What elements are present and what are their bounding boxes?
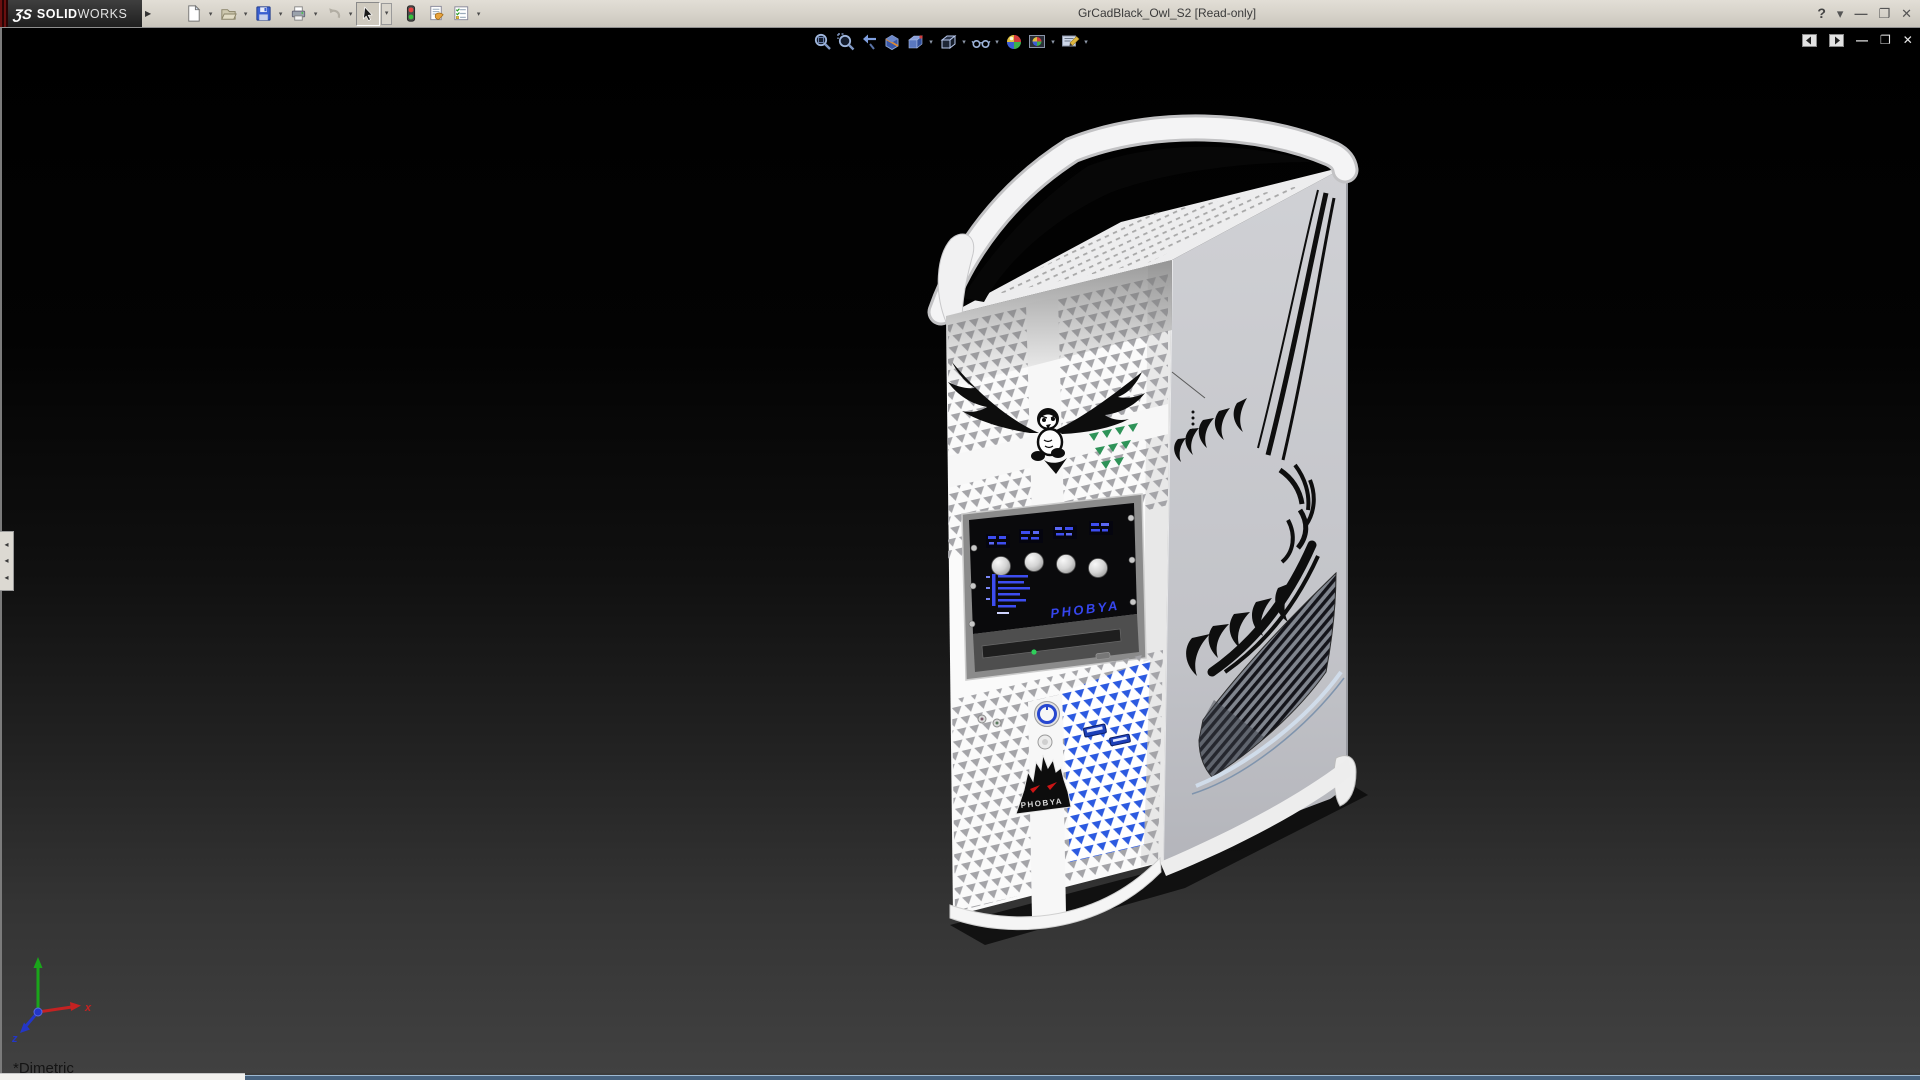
zoom-to-area-button[interactable] [835, 31, 856, 52]
eject-button[interactable] [1096, 652, 1111, 660]
save-button[interactable] [251, 2, 275, 26]
heads-up-view-toolbar: ▾ ▾ ▾ [812, 31, 1090, 52]
view-orientation-button[interactable] [904, 31, 925, 52]
select-tool-button[interactable] [356, 2, 380, 26]
doc-restore-button[interactable]: ❐ [1880, 33, 1891, 47]
display-style-button[interactable] [937, 31, 958, 52]
y-axis-arrow [34, 957, 43, 968]
solidworks-logo: ƷS SOLIDWORKS [8, 0, 142, 27]
options-dropdown[interactable]: ▾ [474, 10, 483, 18]
new-document-icon [184, 4, 203, 23]
app-minimize-button[interactable]: — [1854, 0, 1867, 27]
eyeglasses-icon [971, 32, 991, 52]
section-view-icon [882, 32, 902, 52]
drive-led [1031, 649, 1036, 654]
apply-scene-button[interactable] [1026, 31, 1047, 52]
app-close-button[interactable]: ✕ [1901, 0, 1912, 27]
x-axis-arrow [70, 1002, 81, 1011]
view-settings-icon [1060, 32, 1080, 52]
power-button[interactable] [1035, 702, 1060, 727]
titlebar-window-buttons: ? ▾ — ❐ ✕ [1817, 0, 1912, 27]
file-properties-icon [427, 4, 446, 23]
bottom-strip-left [0, 1073, 245, 1080]
help-button[interactable]: ? [1817, 0, 1826, 27]
view-orientation-icon [905, 32, 925, 52]
select-cursor-icon [359, 5, 377, 23]
previous-view-button[interactable] [858, 31, 879, 52]
select-dropdown[interactable]: ▾ [381, 3, 392, 25]
rebuild-button[interactable] [399, 2, 423, 26]
display-style-icon [938, 32, 958, 52]
window-title: GrCadBlack_Owl_S2 [Read-only] [1078, 6, 1256, 20]
standard-toolbar: ▾ ▾ ▾ ▾ [181, 2, 483, 26]
front-panel[interactable]: PHOBYA [946, 260, 1172, 930]
display-style-dropdown[interactable]: ▾ [960, 38, 968, 46]
appearance-sphere-icon [1004, 32, 1024, 52]
print-icon [289, 4, 308, 23]
pane-toggle-right-icon[interactable] [1829, 34, 1844, 47]
print-dropdown[interactable]: ▾ [311, 10, 320, 18]
title-bar: ƷS SOLIDWORKS ▶ ▾ ▾ ▾ [0, 0, 1920, 28]
reset-button[interactable] [1038, 735, 1052, 749]
undo-icon [324, 4, 343, 23]
view-settings-button[interactable] [1059, 31, 1080, 52]
zoom-to-fit-icon [813, 32, 833, 52]
featuremanager-collapsed-tab[interactable]: ◂ ◂ ◂ [0, 531, 14, 591]
options-icon [452, 4, 471, 23]
z-axis-label: z [11, 1033, 18, 1045]
undo-button[interactable] [321, 2, 345, 26]
open-icon [219, 4, 238, 23]
viewport-canvas[interactable]: PHOBYA [0, 0, 1920, 1080]
hide-show-items-dropdown[interactable]: ▾ [993, 38, 1001, 46]
file-properties-button[interactable] [424, 2, 448, 26]
document-window-controls: — ❐ ✕ [1802, 33, 1913, 47]
save-icon [254, 4, 273, 23]
x-axis-label: x [84, 1002, 92, 1014]
hide-show-items-button[interactable] [970, 31, 991, 52]
lcd-control-panel[interactable]: PHOBYA [962, 494, 1146, 680]
dassault-logo-icon: ƷS [13, 6, 33, 22]
print-button[interactable] [286, 2, 310, 26]
open-dropdown[interactable]: ▾ [241, 10, 250, 18]
front-lower-mesh-blue [1062, 660, 1150, 862]
toolbar-overflow-arrow[interactable]: ▶ [145, 9, 151, 18]
new-dropdown[interactable]: ▾ [206, 10, 215, 18]
options-button[interactable] [449, 2, 473, 26]
save-dropdown[interactable]: ▾ [276, 10, 285, 18]
open-button[interactable] [216, 2, 240, 26]
new-document-button[interactable] [181, 2, 205, 26]
brand-name: SOLIDWORKS [37, 7, 127, 21]
previous-view-icon [859, 32, 879, 52]
help-dropdown[interactable]: ▾ [1837, 0, 1844, 27]
edit-appearance-button[interactable] [1003, 31, 1024, 52]
rebuild-traffic-light-icon [402, 4, 420, 23]
taskbar-edge [245, 1075, 1920, 1080]
collapse-arrow-icon: ◂ [4, 574, 8, 582]
pane-toggle-left-icon[interactable] [1802, 34, 1817, 47]
bottom-edge-strip [0, 1073, 1920, 1080]
zoom-to-area-icon [836, 32, 856, 52]
orientation-triad: x z [11, 957, 92, 1045]
collapse-arrow-icon: ◂ [4, 541, 8, 549]
view-orientation-dropdown[interactable]: ▾ [927, 38, 935, 46]
apply-scene-icon [1027, 32, 1047, 52]
side-panel[interactable] [1160, 166, 1356, 876]
section-view-button[interactable] [881, 31, 902, 52]
apply-scene-dropdown[interactable]: ▾ [1049, 38, 1057, 46]
doc-minimize-button[interactable]: — [1856, 33, 1868, 47]
pc-case-model[interactable]: PHOBYA [938, 128, 1368, 945]
zoom-to-fit-button[interactable] [812, 31, 833, 52]
view-settings-dropdown[interactable]: ▾ [1082, 38, 1090, 46]
brand-red-stripe [0, 0, 8, 27]
undo-dropdown[interactable]: ▾ [346, 10, 355, 18]
collapse-arrow-icon: ◂ [4, 557, 8, 565]
doc-close-button[interactable]: ✕ [1903, 33, 1913, 47]
app-restore-button[interactable]: ❐ [1878, 0, 1890, 27]
